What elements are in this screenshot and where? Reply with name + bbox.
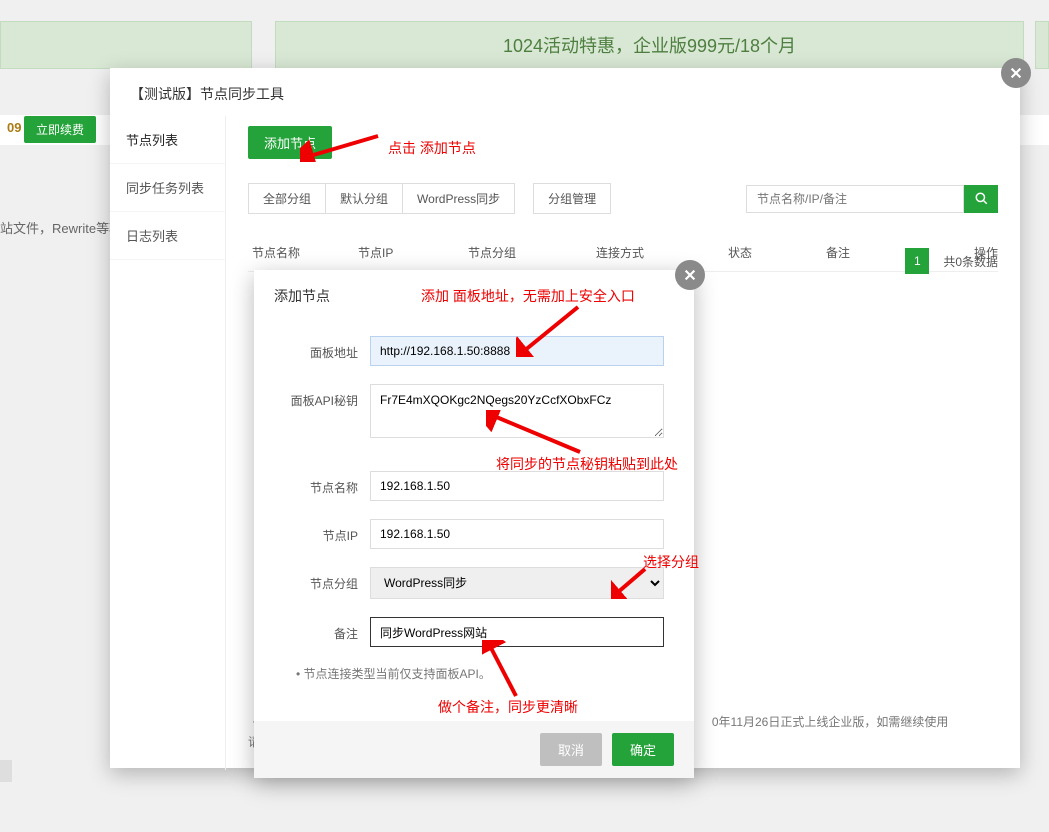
filter-wordpress[interactable]: WordPress同步	[402, 183, 515, 214]
close-icon[interactable]	[1001, 58, 1031, 88]
col-name: 节点名称	[248, 244, 358, 261]
col-status: 状态	[728, 244, 826, 261]
page-total: 共0条数据	[943, 253, 998, 270]
label-node-ip: 节点IP	[284, 519, 370, 544]
filter-bar: 全部分组 默认分组 WordPress同步 分组管理	[248, 183, 998, 214]
panel-url-input[interactable]	[370, 336, 664, 366]
bg-decor	[0, 760, 12, 782]
bg-banner-left	[0, 21, 252, 69]
dialog-title: 添加节点	[254, 270, 694, 318]
label-api-key: 面板API秘钥	[284, 384, 370, 409]
table-header: 节点名称 节点IP 节点分组 连接方式 状态 备注 操作	[248, 232, 998, 272]
close-icon[interactable]	[675, 260, 705, 290]
tab-sync-jobs[interactable]: 同步任务列表	[110, 164, 225, 212]
bg-banner-right	[1035, 21, 1049, 69]
search-icon	[974, 191, 989, 206]
dialog-footer: 取消 确定	[254, 721, 694, 778]
label-node-name: 节点名称	[284, 471, 370, 496]
promo-banner-text: 1024活动特惠，企业版999元/18个月	[503, 32, 796, 58]
label-panel-url: 面板地址	[284, 336, 370, 361]
promo-banner: 1024活动特惠，企业版999元/18个月	[275, 21, 1024, 69]
group-manage-button[interactable]: 分组管理	[533, 183, 611, 214]
node-ip-input[interactable]	[370, 519, 664, 549]
cancel-button[interactable]: 取消	[540, 733, 602, 766]
side-tabs: 节点列表 同步任务列表 日志列表	[110, 116, 226, 770]
add-node-button[interactable]: 添加节点	[248, 126, 332, 159]
confirm-button[interactable]: 确定	[612, 733, 674, 766]
remark-input[interactable]	[370, 617, 664, 647]
col-group: 节点分组	[468, 244, 596, 261]
filter-all[interactable]: 全部分组	[248, 183, 326, 214]
search-input[interactable]	[746, 185, 964, 213]
node-name-input[interactable]	[370, 471, 664, 501]
label-node-group: 节点分组	[284, 567, 370, 592]
node-group-select[interactable]: WordPress同步	[370, 567, 664, 599]
tab-logs[interactable]: 日志列表	[110, 212, 225, 260]
pager: 1 共0条数据	[905, 248, 998, 274]
bg-rewrite-text: 站文件，Rewrite等项	[0, 218, 122, 237]
label-remark: 备注	[284, 617, 370, 642]
col-conn: 连接方式	[596, 244, 728, 261]
modal-title: 【测试版】节点同步工具	[110, 68, 1020, 116]
renew-button[interactable]: 立即续费	[24, 116, 96, 143]
col-ip: 节点IP	[358, 244, 468, 261]
add-node-dialog: 添加节点 面板地址 面板API秘钥 Fr7E4mXQOKgc2NQegs20Yz…	[254, 270, 694, 778]
filter-default[interactable]: 默认分组	[325, 183, 403, 214]
search-button[interactable]	[964, 185, 998, 213]
page-number[interactable]: 1	[905, 248, 929, 274]
dialog-note: 节点连接类型当前仅支持面板API。	[296, 665, 664, 682]
tab-node-list[interactable]: 节点列表	[110, 116, 225, 164]
api-key-input[interactable]: Fr7E4mXQOKgc2NQegs20YzCcfXObxFCz	[370, 384, 664, 438]
